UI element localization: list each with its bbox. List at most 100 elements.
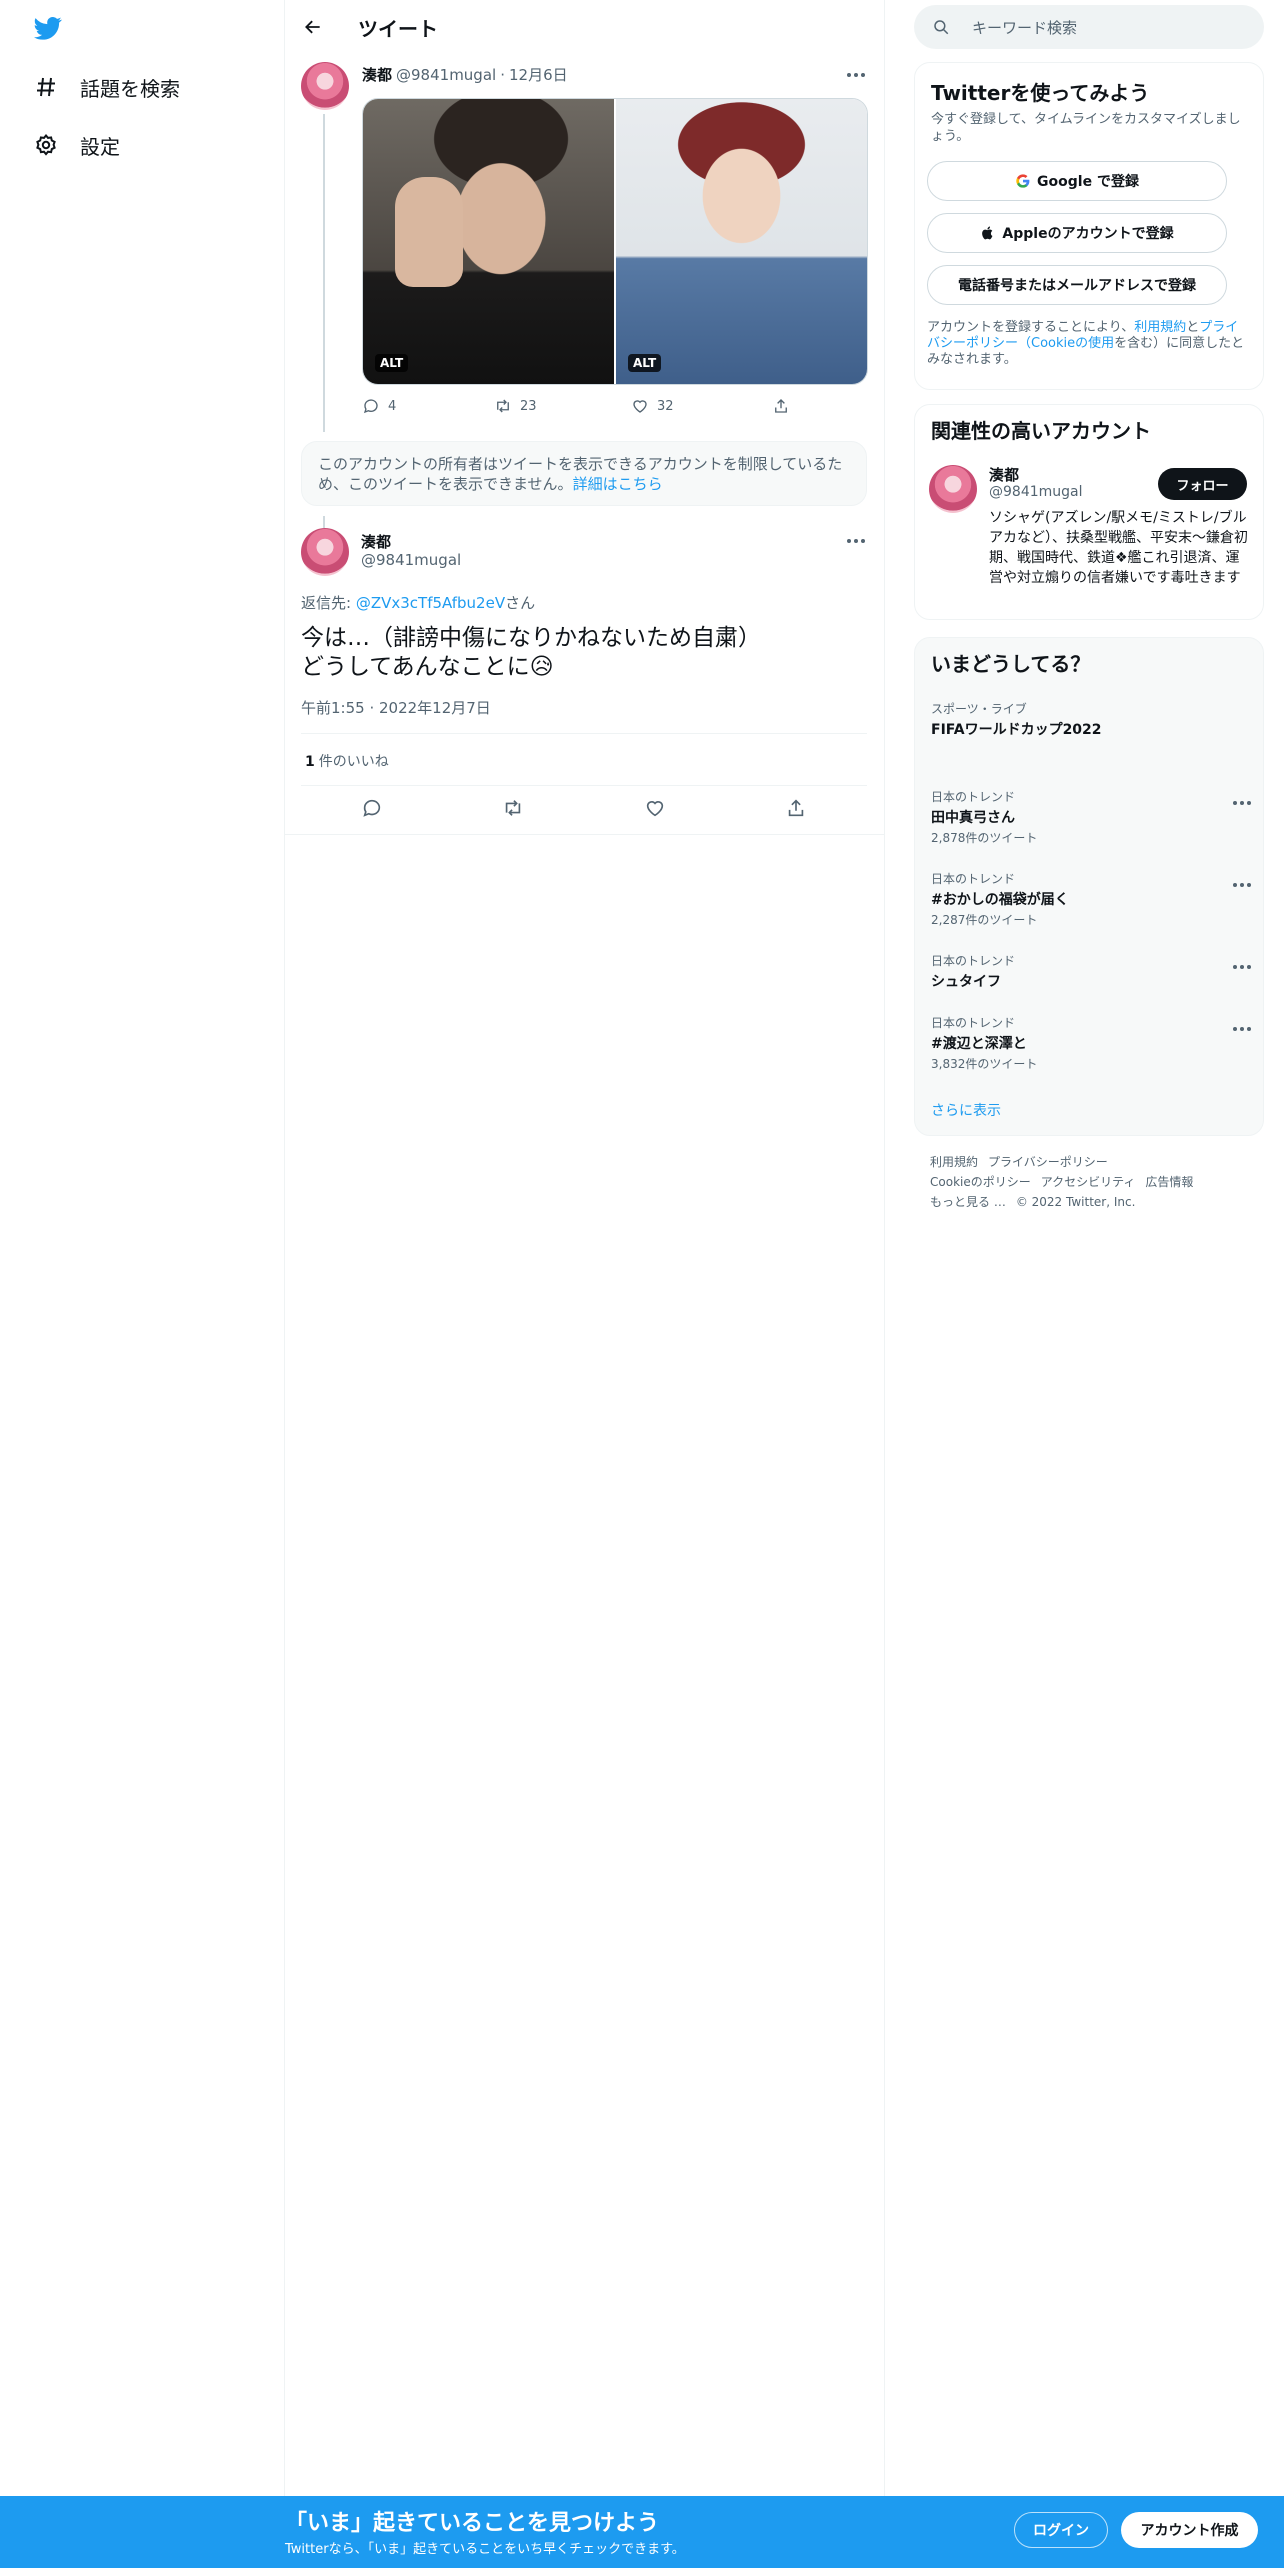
trend-item[interactable]: 日本のトレンド #おかしの福袋が届く 2,287件のツイート [931,870,1251,928]
trends-card: いまどうしてる？ スポーツ・ライブ FIFAワールドカップ2022 日本のトレン… [914,637,1264,1136]
legal-text: と [1186,320,1200,335]
share-action[interactable] [772,397,790,415]
reply-to-link[interactable]: @ZVx3cTf5Afbu2eV [356,594,505,612]
likes-label: 件のいいね [318,754,389,770]
trend-item[interactable]: 日本のトレンド 田中真弓さん 2,878件のツイート [931,788,1251,846]
retweet-count: 23 [520,398,537,414]
more-options-icon[interactable] [1227,870,1257,900]
trend-item[interactable]: 日本のトレンド シュタイフ [931,952,1251,991]
trend-name: シュタイフ [931,974,1001,990]
reply-suffix: さん [505,594,536,612]
back-arrow-icon[interactable] [297,11,329,43]
like-count: 32 [657,398,674,414]
more-options-icon[interactable] [1227,952,1257,982]
footer-copyright: © 2022 Twitter, Inc. [1015,1195,1136,1209]
phone-email-signup-label: 電話番号またはメールアドレスで登録 [958,278,1196,294]
media-image-left[interactable]: ALT [363,99,614,384]
trend-context: 日本のトレンド [931,954,1016,968]
show-more-link[interactable]: さらに表示 [931,1100,1001,1120]
media-image-right[interactable]: ALT [616,99,867,384]
share-icon[interactable] [785,797,807,823]
like-action[interactable]: 32 [631,397,772,415]
terms-link[interactable]: 利用規約 [1134,320,1186,335]
avatar[interactable] [929,465,977,513]
reply-icon [363,399,378,414]
footer-terms-link[interactable]: 利用規約 [930,1155,978,1169]
likes-summary[interactable]: 1 件のいいね [305,751,389,771]
trend-count: 2,287件のツイート [931,913,1038,927]
trend-item[interactable]: 日本のトレンド #渡辺と深澤と 3,832件のツイート [931,1014,1251,1072]
avatar[interactable] [301,528,349,576]
author-handle[interactable]: @9841mugal [396,66,496,84]
twitter-logo-icon[interactable] [32,14,64,42]
retweet-icon [497,399,509,413]
tweet-media: ALT ALT [362,98,868,385]
divider [301,785,867,786]
author-name[interactable]: 湊都 [362,64,392,85]
google-signup-button[interactable]: Google で登録 [927,161,1227,201]
trend-item[interactable]: スポーツ・ライブ FIFAワールドカップ2022 [931,700,1251,739]
reply-action[interactable]: 4 [362,397,494,415]
trend-context: 日本のトレンド [931,872,1016,886]
nav-settings[interactable]: 設定 [30,125,120,165]
alt-badge[interactable]: ALT [375,354,409,372]
trend-context: 日本のトレンド [931,1016,1016,1030]
more-options-icon[interactable] [1227,1014,1257,1044]
trend-count: 3,832件のツイート [931,1057,1038,1071]
reply-context: 返信先: @ZVx3cTf5Afbu2eVさん [301,592,535,613]
tweet-header: 湊都 @9841mugal · 12月6日 [362,64,568,85]
retweet-icon[interactable] [502,797,524,823]
create-account-button[interactable]: アカウント作成 [1121,2512,1258,2548]
more-options-icon[interactable] [841,60,871,90]
phone-email-signup-button[interactable]: 電話番号またはメールアドレスで登録 [927,265,1227,305]
account-name[interactable]: 湊都 [989,464,1019,485]
more-options-icon[interactable] [1227,788,1257,818]
nav-explore-label: 話題を検索 [80,76,180,101]
who-to-follow-card: 関連性の高いアカウント 湊都 @9841mugal フォロー ソシャゲ(アズレン… [914,404,1264,620]
search-input[interactable]: キーワード検索 [914,5,1264,49]
learn-more-link[interactable]: 詳細はこちら [573,475,663,493]
heart-icon[interactable] [644,797,666,823]
tweet-actions: 4 23 32 [362,397,872,415]
footer-accessibility-link[interactable]: アクセシビリティ [1041,1175,1136,1189]
author-handle[interactable]: @9841mugal [361,551,461,569]
more-options-icon[interactable] [841,526,871,556]
retweet-action[interactable]: 23 [494,397,631,415]
trend-count: 2,878件のツイート [931,831,1038,845]
tweet-timestamp[interactable]: 午前1:55 · 2022年12月7日 [301,697,491,718]
tweet-date[interactable]: 12月6日 [509,64,568,85]
footer-ads-link[interactable]: 広告情報 [1145,1175,1193,1189]
alt-badge[interactable]: ALT [628,354,662,372]
account-handle[interactable]: @9841mugal [989,484,1083,500]
trend-name: #渡辺と深澤と [931,1036,1027,1052]
reply-icon[interactable] [361,797,383,823]
trend-name: FIFAワールドカップ2022 [931,722,1102,738]
nav-explore[interactable]: 話題を検索 [30,67,180,107]
signup-title: Twitterを使ってみよう [931,81,1150,105]
author-name[interactable]: 湊都 [361,531,391,552]
restricted-notice: このアカウントの所有者はツイートを表示できるアカウントを制限しているため、このツ… [301,441,867,506]
signup-card: Twitterを使ってみよう 今すぐ登録して、タイムラインをカスタマイズしましょ… [914,62,1264,390]
login-button[interactable]: ログイン [1014,2512,1108,2548]
gear-icon [30,129,62,161]
follow-button[interactable]: フォロー [1158,468,1247,500]
google-icon [1016,174,1030,188]
footer-more-link[interactable]: もっと見る … [930,1195,1006,1209]
footer-privacy-link[interactable]: プライバシーポリシー [988,1155,1108,1169]
footer-cookie-link[interactable]: Cookieのポリシー [930,1175,1031,1189]
main-header: ツイート [285,0,885,53]
apple-icon [982,226,993,240]
apple-signup-label: Appleのアカウントで登録 [1002,226,1174,242]
divider [285,834,885,835]
reply-prefix: 返信先: [301,594,356,612]
google-signup-label: Google で登録 [1037,174,1139,190]
thread-line [323,114,325,432]
thread-line [323,516,325,528]
avatar[interactable] [301,62,349,110]
nav-settings-label: 設定 [80,134,120,159]
banner-title: 「いま」起きていることを見つけよう [285,2511,660,2536]
divider [301,733,867,734]
trend-context: スポーツ・ライブ [931,702,1027,716]
apple-signup-button[interactable]: Appleのアカウントで登録 [927,213,1227,253]
raised-hand-shape [395,177,463,287]
